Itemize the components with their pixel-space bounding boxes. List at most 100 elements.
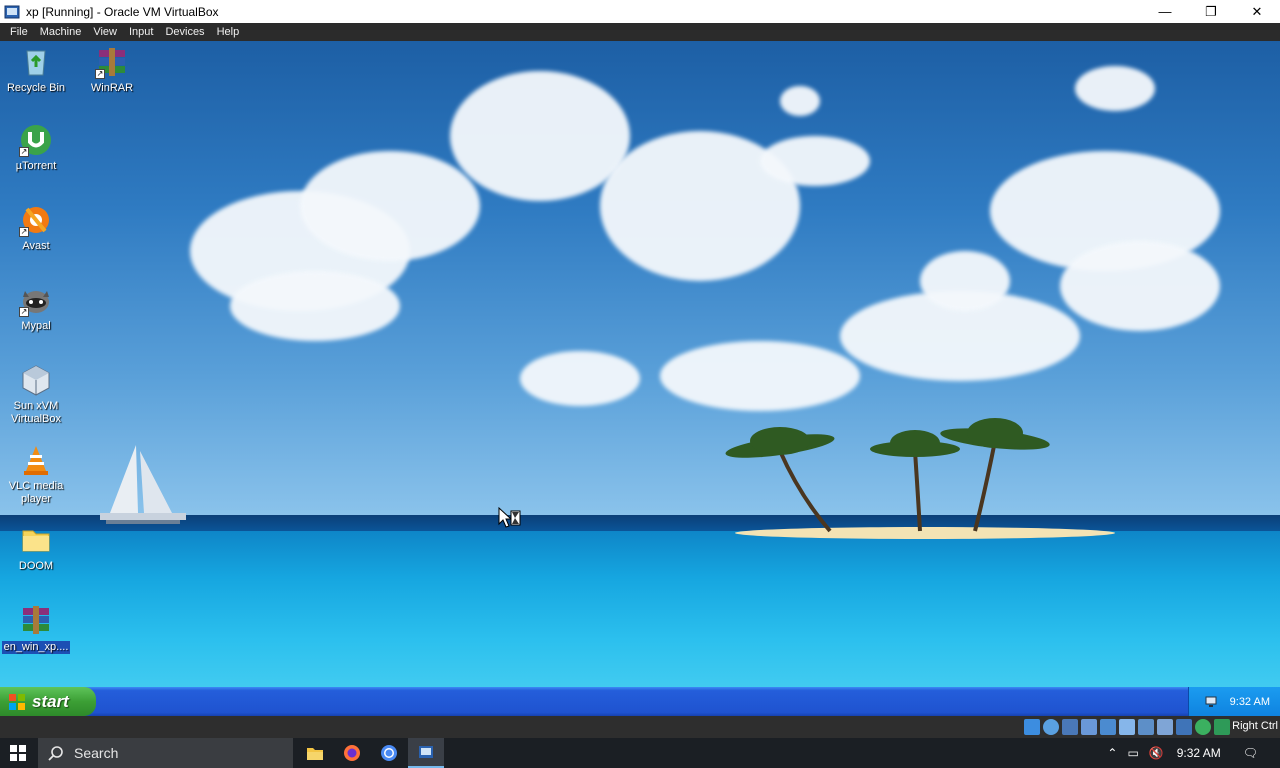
show-hidden-icons-chevron-icon[interactable]: ⌃ [1107,746,1117,760]
menu-machine[interactable]: Machine [34,26,88,38]
wallpaper-cloud [520,351,640,406]
utorrent-icon: ↗ [19,123,53,157]
desktop-icon-label: µTorrent [15,160,57,172]
mypal-icon: ↗ [19,283,53,317]
host-taskbar: Search ⌃ ▭ 🔇 9:32 AM 🗨 [0,738,1280,768]
guest-screen[interactable]: Recycle Bin ↗ WinRAR ↗ µTorrent ↗ Avast … [0,41,1280,716]
taskbar-firefox[interactable] [334,738,370,768]
xp-clock[interactable]: 9:32 AM [1230,696,1270,708]
wallpaper-cloud [920,251,1010,311]
palm-trees-image [725,418,1050,533]
network-adapter-icon[interactable] [1081,719,1097,735]
desktop-icon-label: Recycle Bin [6,82,66,94]
shared-folders-icon[interactable] [1119,719,1135,735]
display-icon[interactable] [1138,719,1154,735]
volume-muted-icon[interactable]: 🔇 [1149,746,1164,760]
recycle-bin-icon [19,45,53,79]
avast-icon: ↗ [19,203,53,237]
desktop-icon-label: VLC media player [8,480,64,505]
shortcut-arrow-icon: ↗ [19,227,29,237]
chrome-icon [381,745,397,761]
desktop-icon-label: DOOM [18,560,54,572]
host-clock[interactable]: 9:32 AM [1177,746,1221,760]
window-title: xp [Running] - Oracle VM VirtualBox [26,4,219,19]
network-status-icon[interactable]: ▭ [1127,746,1138,760]
desktop-icon-label: Mypal [21,320,51,332]
xp-start-button[interactable]: start [0,687,96,716]
mouse-integration-icon[interactable] [1195,719,1211,735]
start-label: start [32,691,69,711]
maximize-button[interactable]: ❐ [1188,0,1234,23]
virtualbox-app-icon [4,5,20,18]
shortcut-arrow-icon: ↗ [19,147,29,157]
desktop-icon-label: WinRAR [90,82,134,94]
taskbar-chrome[interactable] [371,738,407,768]
wallpaper-cloud [1060,241,1220,331]
audio-icon[interactable] [1062,719,1078,735]
close-button[interactable]: ✕ [1234,0,1280,23]
desktop-icon-doom-folder[interactable]: DOOM [0,523,72,573]
desktop-icon-label: en_win_xp.... [1,641,71,654]
vlc-icon [19,443,53,477]
host-system-tray: ⌃ ▭ 🔇 9:32 AM 🗨 [1102,738,1280,768]
menu-input[interactable]: Input [123,26,159,38]
desktop-icon-vlc[interactable]: VLC media player [0,443,72,506]
wallpaper-cloud [780,86,820,116]
desktop-icon-avast[interactable]: ↗ Avast [0,203,72,253]
xp-system-tray: 9:32 AM [1188,687,1280,716]
virtualbox-taskbar-icon [419,746,433,758]
desktop-icon-label: Avast [22,240,50,252]
menu-help[interactable]: Help [211,26,246,38]
taskbar-file-explorer[interactable] [297,738,333,768]
search-label: Search [74,745,119,761]
vbox-status-bar: Right Ctrl [0,716,1280,738]
busy-cursor-icon [498,507,521,528]
virtualization-icon[interactable] [1176,719,1192,735]
host-key-label: Right Ctrl [1232,720,1278,732]
minimize-button[interactable]: — [1142,0,1188,23]
wallpaper-cloud [1075,66,1155,111]
wallpaper-sea [0,531,1280,687]
recording-icon[interactable] [1157,719,1173,735]
desktop-icon-recycle-bin[interactable]: Recycle Bin [0,45,72,95]
wallpaper-cloud [230,271,400,341]
file-explorer-icon [307,748,323,760]
shortcut-arrow-icon: ↗ [95,69,105,79]
desktop-icon-xp-archive[interactable]: en_win_xp.... [0,603,72,655]
hard-disk-icon[interactable] [1024,719,1040,735]
sailboat-image [100,445,186,524]
search-icon [48,746,63,761]
menu-devices[interactable]: Devices [159,26,210,38]
vbox-menubar: File Machine View Input Devices Help [0,23,1280,41]
action-center-icon[interactable]: 🗨 [1243,746,1258,760]
optical-drive-icon[interactable] [1043,719,1059,735]
menu-view[interactable]: View [87,26,123,38]
winrar-icon: ↗ [95,45,129,79]
usb-icon[interactable] [1100,719,1116,735]
desktop-icon-utorrent[interactable]: ↗ µTorrent [0,123,72,173]
shortcut-arrow-icon: ↗ [19,307,29,317]
network-icon[interactable] [1204,695,1218,709]
vbox-device-icons [1024,719,1230,735]
xp-taskbar: start 9:32 AM [0,687,1280,716]
wallpaper-cloud [760,136,870,186]
taskbar-virtualbox[interactable] [408,738,444,768]
virtualbox-icon [19,363,53,397]
firefox-icon [344,745,360,761]
host-title-bar: xp [Running] - Oracle VM VirtualBox — ❐ … [0,0,1280,23]
window-controls: — ❐ ✕ [1142,0,1280,23]
windows-logo-icon [10,745,26,761]
windows-start-button[interactable] [0,738,36,768]
desktop-icon-virtualbox[interactable]: Sun xVM VirtualBox [0,363,72,426]
keyboard-capture-icon[interactable] [1214,719,1230,735]
wallpaper-cloud [450,71,630,201]
host-search-box[interactable]: Search [38,738,293,768]
windows-flag-icon [9,693,25,710]
desktop-icon-mypal[interactable]: ↗ Mypal [0,283,72,333]
winrar-archive-icon [19,603,53,637]
desktop-icon-label: Sun xVM VirtualBox [11,400,61,425]
menu-file[interactable]: File [4,26,34,38]
wallpaper-cloud [300,151,480,261]
folder-icon [19,523,53,557]
desktop-icon-winrar[interactable]: ↗ WinRAR [76,45,148,95]
